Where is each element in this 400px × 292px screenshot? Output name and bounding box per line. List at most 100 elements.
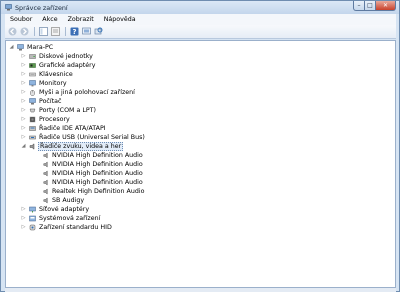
network-adapter-icon bbox=[29, 206, 36, 213]
tree-device-label: NVIDIA High Definition Audio bbox=[52, 152, 143, 159]
expand-arrow-icon[interactable]: ▷ bbox=[20, 88, 27, 97]
ide-controller-icon bbox=[29, 126, 36, 131]
tree-category[interactable]: ▷ Myši a jiná polohovací zařízení bbox=[6, 88, 395, 97]
expand-arrow-icon[interactable]: ▷ bbox=[20, 133, 27, 142]
minimize-button[interactable]: – bbox=[353, 1, 365, 11]
tree-category[interactable]: ▷ Porty (COM a LPT) bbox=[6, 106, 395, 115]
tree-category-label: Zařízení standardu HID bbox=[39, 224, 112, 231]
svg-text:?: ? bbox=[72, 28, 76, 36]
console-tree-button[interactable] bbox=[38, 27, 49, 37]
sound-icon bbox=[29, 143, 35, 150]
tree-category-label: Porty (COM a LPT) bbox=[39, 107, 96, 114]
tree-category-label: Grafické adaptéry bbox=[39, 62, 96, 69]
tree-category[interactable]: ▷ Procesory bbox=[6, 115, 395, 124]
tree-device-label: NVIDIA High Definition Audio bbox=[52, 179, 143, 186]
processor-icon bbox=[29, 116, 36, 123]
forward-button[interactable] bbox=[19, 27, 30, 37]
tree-device-label: Realtek High Definition Audio bbox=[52, 188, 145, 195]
audio-device-icon bbox=[43, 188, 48, 195]
expand-arrow-icon[interactable]: ▷ bbox=[20, 52, 27, 61]
root-label: Mara-PC bbox=[27, 44, 54, 51]
close-button[interactable]: ✕ bbox=[376, 1, 396, 11]
tree-device[interactable]: Realtek High Definition Audio bbox=[6, 187, 395, 196]
tree-category[interactable]: ▷ Monitory bbox=[6, 79, 395, 88]
expand-arrow-icon[interactable]: ▷ bbox=[20, 223, 27, 232]
tree-category-label: Procesory bbox=[39, 116, 70, 123]
tree-category-label: Řadiče zvuku, videa a her bbox=[38, 142, 124, 151]
help-icon: ? bbox=[70, 27, 79, 36]
display-adapter-icon bbox=[29, 63, 36, 68]
tree-device[interactable]: NVIDIA High Definition Audio bbox=[6, 151, 395, 160]
tree-device[interactable]: SB Audigy bbox=[6, 196, 395, 205]
keyboard-icon bbox=[29, 72, 36, 77]
back-icon bbox=[8, 27, 17, 36]
port-icon bbox=[29, 108, 36, 113]
menu-help[interactable]: Nápověda bbox=[99, 14, 141, 25]
tree-category[interactable]: ▷ Klávesnice bbox=[6, 70, 395, 79]
tree-category-label: Monitory bbox=[39, 80, 67, 87]
monitor-icon bbox=[29, 80, 36, 87]
tree-category[interactable]: ▷ Řadiče USB (Universal Serial Bus) bbox=[6, 133, 395, 142]
tree-category-label: Síťové adaptéry bbox=[39, 206, 90, 213]
properties-button[interactable] bbox=[50, 27, 61, 37]
toolbar: ? bbox=[5, 25, 396, 39]
expand-arrow-icon[interactable]: ▷ bbox=[20, 97, 27, 106]
tree-device[interactable]: NVIDIA High Definition Audio bbox=[6, 169, 395, 178]
tree-category[interactable]: ▷ Počítač bbox=[6, 97, 395, 106]
expand-arrow-icon[interactable]: ▷ bbox=[20, 124, 27, 133]
tree-category[interactable]: ▷ Síťové adaptéry bbox=[6, 205, 395, 214]
menu-bar: Soubor Akce Zobrazit Nápověda bbox=[5, 14, 396, 25]
menu-action[interactable]: Akce bbox=[37, 14, 62, 25]
device-manager-app-icon bbox=[5, 4, 12, 11]
audio-device-icon bbox=[43, 170, 48, 177]
audio-device-icon bbox=[43, 197, 48, 204]
expand-arrow-icon[interactable]: ▷ bbox=[20, 79, 27, 88]
console-tree-icon bbox=[39, 27, 48, 36]
maximize-button[interactable]: □ bbox=[365, 1, 376, 11]
display-button[interactable] bbox=[81, 27, 92, 37]
audio-device-icon bbox=[43, 152, 48, 159]
tree-category-label: Systémová zařízení bbox=[39, 215, 101, 222]
toolbar-separator bbox=[65, 27, 66, 36]
properties-icon bbox=[51, 27, 60, 36]
help-button[interactable]: ? bbox=[69, 27, 80, 37]
expand-arrow-icon[interactable]: ▷ bbox=[20, 70, 27, 79]
collapse-arrow-icon[interactable]: ◢ bbox=[20, 142, 27, 151]
back-button[interactable] bbox=[7, 27, 18, 37]
tree-category[interactable]: ▷ Zařízení standardu HID bbox=[6, 223, 395, 232]
expand-arrow-icon[interactable]: ▷ bbox=[20, 61, 27, 70]
menu-file[interactable]: Soubor bbox=[5, 14, 37, 25]
expand-arrow-icon[interactable]: ▷ bbox=[20, 205, 27, 214]
tree-category-label: Řadiče IDE ATA/ATAPI bbox=[39, 125, 106, 132]
scan-hardware-button[interactable] bbox=[93, 27, 104, 37]
display-icon bbox=[82, 27, 91, 35]
tree-category[interactable]: ▷ Řadiče IDE ATA/ATAPI bbox=[6, 124, 395, 133]
tree-category-label: Počítač bbox=[39, 98, 62, 105]
collapse-arrow-icon[interactable]: ◢ bbox=[8, 43, 15, 52]
title-bar[interactable]: Správce zařízení – □ ✕ bbox=[1, 1, 399, 14]
tree-category-label: Klávesnice bbox=[39, 71, 73, 78]
tree-category[interactable]: ◢ Řadiče zvuku, videa a her bbox=[6, 142, 395, 151]
status-bar bbox=[5, 288, 396, 292]
computer-icon bbox=[17, 44, 24, 51]
device-manager-window: Správce zařízení – □ ✕ Soubor Akce Zobra… bbox=[0, 0, 400, 292]
tree-device-label: NVIDIA High Definition Audio bbox=[52, 161, 143, 168]
audio-device-icon bbox=[43, 161, 48, 168]
expand-arrow-icon[interactable]: ▷ bbox=[20, 115, 27, 124]
device-tree-pane[interactable]: ◢ Mara-PC ▷ Diskové jednotky ▷ Grafické ada… bbox=[5, 40, 396, 288]
tree-category[interactable]: ▷ Diskové jednotky bbox=[6, 52, 395, 61]
tree-device[interactable]: NVIDIA High Definition Audio bbox=[6, 178, 395, 187]
computer-icon bbox=[29, 98, 36, 105]
tree-category[interactable]: ▷ Systémová zařízení bbox=[6, 214, 395, 223]
tree-root[interactable]: ◢ Mara-PC bbox=[6, 43, 395, 52]
tree-device[interactable]: NVIDIA High Definition Audio bbox=[6, 160, 395, 169]
usb-controller-icon bbox=[29, 135, 36, 140]
tree-category-label: Myši a jiná polohovací zařízení bbox=[39, 89, 135, 96]
menu-view[interactable]: Zobrazit bbox=[63, 14, 99, 25]
expand-arrow-icon[interactable]: ▷ bbox=[20, 106, 27, 115]
forward-icon bbox=[20, 27, 29, 36]
tree-category[interactable]: ▷ Grafické adaptéry bbox=[6, 61, 395, 70]
window-title: Správce zařízení bbox=[15, 4, 68, 12]
tree-device-label: NVIDIA High Definition Audio bbox=[52, 170, 143, 177]
expand-arrow-icon[interactable]: ▷ bbox=[20, 214, 27, 223]
